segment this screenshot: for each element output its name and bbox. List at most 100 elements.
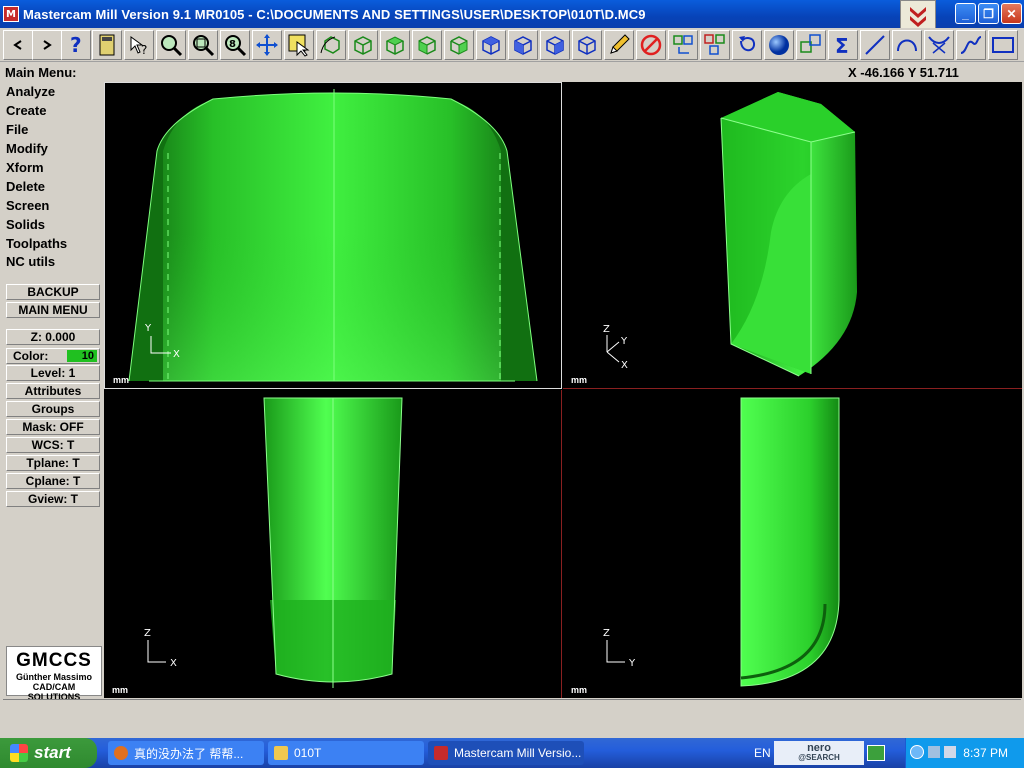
svg-text:?: ?: [70, 34, 82, 56]
menu-item-modify[interactable]: Modify: [6, 141, 48, 156]
z-depth-button[interactable]: Z: 0.000: [6, 329, 100, 345]
tplane-button[interactable]: Tplane: T: [6, 455, 100, 471]
select-button[interactable]: [284, 30, 314, 60]
spline-icon: [960, 36, 982, 54]
language-indicator[interactable]: EN: [754, 746, 771, 760]
level-button[interactable]: Level: 1: [6, 365, 100, 381]
maximize-button[interactable]: ❐: [978, 3, 999, 24]
spline-button[interactable]: [956, 30, 986, 60]
viewport-isometric[interactable]: Z Y X mm: [563, 82, 1022, 389]
zoom-window-button[interactable]: [188, 30, 218, 60]
viewport-top[interactable]: Y X mm: [104, 82, 562, 389]
view-top-button[interactable]: [380, 30, 410, 60]
cplane-side-button[interactable]: [540, 30, 570, 60]
calculator-button[interactable]: [92, 30, 122, 60]
network-icon[interactable]: [928, 746, 940, 758]
close-button[interactable]: ✕: [1001, 3, 1022, 24]
menu-item-screen[interactable]: Screen: [6, 198, 49, 213]
cplane-button[interactable]: Cplane: T: [6, 473, 100, 489]
start-button[interactable]: start: [0, 738, 97, 768]
taskbar-item-folder[interactable]: 010T: [268, 741, 424, 765]
folder-icon: [274, 746, 288, 760]
help-button[interactable]: ?: [61, 30, 91, 60]
units-label: mm: [113, 375, 130, 385]
viewport-front[interactable]: Z X mm: [104, 390, 562, 698]
start-label: start: [34, 743, 71, 762]
clear-colors-button[interactable]: [636, 30, 666, 60]
arrow-right-icon: [43, 40, 52, 50]
sum-button[interactable]: Σ: [828, 30, 858, 60]
graphics-area[interactable]: Y X mm Z Y X mm Z X mm Z Y mm: [104, 82, 1022, 698]
viewport-side[interactable]: Z Y mm: [563, 390, 1022, 698]
axis-label-y: Y: [620, 336, 628, 347]
blue-cube-side-icon: [546, 36, 564, 55]
units-label: mm: [112, 685, 129, 695]
blue-cube-icon: [482, 36, 500, 55]
dynamic-rotate-button[interactable]: [316, 30, 346, 60]
windows-flag-icon: [10, 744, 28, 762]
rectangle-button[interactable]: [988, 30, 1018, 60]
toolbar: ? ? 8 Σ: [0, 28, 1024, 62]
menu-item-create[interactable]: Create: [6, 103, 46, 118]
zoom-button[interactable]: [156, 30, 186, 60]
menu-item-file[interactable]: File: [6, 122, 28, 137]
repaint-button[interactable]: [604, 30, 634, 60]
nero-search-box[interactable]: nero @SEARCH: [774, 741, 864, 765]
fillet-icon: [928, 36, 950, 54]
side-view-body: [741, 398, 839, 686]
menu-item-solids[interactable]: Solids: [6, 217, 45, 232]
undo-button[interactable]: [732, 30, 762, 60]
line-button[interactable]: [860, 30, 890, 60]
units-label: mm: [571, 685, 588, 695]
gview-button[interactable]: Gview: T: [6, 491, 100, 507]
main-menu-button[interactable]: MAIN MENU: [6, 302, 100, 318]
chevron-left-icon[interactable]: [910, 745, 924, 759]
menu-item-toolpaths[interactable]: Toolpaths: [6, 236, 67, 251]
forward-button[interactable]: [32, 30, 62, 60]
backup-button[interactable]: BACKUP: [6, 284, 100, 300]
shading-button[interactable]: [764, 30, 794, 60]
volume-icon[interactable]: [944, 746, 956, 758]
zoom-window-icon: [193, 35, 215, 57]
analyze-button[interactable]: ?: [124, 30, 154, 60]
view-front-button[interactable]: [412, 30, 442, 60]
attributes-button[interactable]: Attributes: [6, 383, 100, 399]
mask-button[interactable]: Mask: OFF: [6, 419, 100, 435]
axis-label-z: Z: [144, 628, 151, 639]
transform-button[interactable]: [796, 30, 826, 60]
mastercam-app-icon[interactable]: M: [3, 6, 19, 22]
help-icon: ?: [70, 34, 82, 56]
fillet-button[interactable]: [924, 30, 954, 60]
main-menu-label: Main Menu:: [5, 65, 77, 80]
menu-item-delete[interactable]: Delete: [6, 179, 45, 194]
system-tray: 8:37 PM: [905, 738, 1024, 768]
taskbar-item-label: 010T: [294, 746, 322, 760]
groups-button[interactable]: [700, 30, 730, 60]
menu-item-nc-utils[interactable]: NC utils: [6, 254, 55, 269]
menu-item-xform[interactable]: Xform: [6, 160, 44, 175]
cplane-3d-button[interactable]: [572, 30, 602, 60]
menu-item-analyze[interactable]: Analyze: [6, 84, 55, 99]
cplane-top-button[interactable]: [476, 30, 506, 60]
wcs-button[interactable]: WCS: T: [6, 437, 100, 453]
pan-button[interactable]: [252, 30, 282, 60]
view-iso-button[interactable]: [348, 30, 378, 60]
back-button[interactable]: [3, 30, 33, 60]
go-arrow-icon[interactable]: [867, 745, 885, 761]
levels-button[interactable]: [668, 30, 698, 60]
clock[interactable]: 8:37 PM: [963, 746, 1008, 760]
axis-label-x: X: [173, 349, 180, 360]
pan-arrows-icon: [256, 34, 278, 56]
arc-button[interactable]: [892, 30, 922, 60]
taskbar-item-browser[interactable]: 真的没办法了 帮帮...: [108, 741, 264, 765]
color-swatch: 10: [67, 350, 97, 362]
sigma-icon: Σ: [835, 34, 849, 57]
view-side-button[interactable]: [444, 30, 474, 60]
groups-menu-button[interactable]: Groups: [6, 401, 100, 417]
taskbar-item-mastercam[interactable]: Mastercam Mill Versio...: [428, 741, 584, 765]
blue-cube-front-icon: [514, 36, 532, 55]
minimize-button[interactable]: _: [955, 3, 976, 24]
zoom-scale-button[interactable]: 8: [220, 30, 250, 60]
cplane-front-button[interactable]: [508, 30, 538, 60]
color-button[interactable]: Color: 10: [6, 348, 100, 364]
